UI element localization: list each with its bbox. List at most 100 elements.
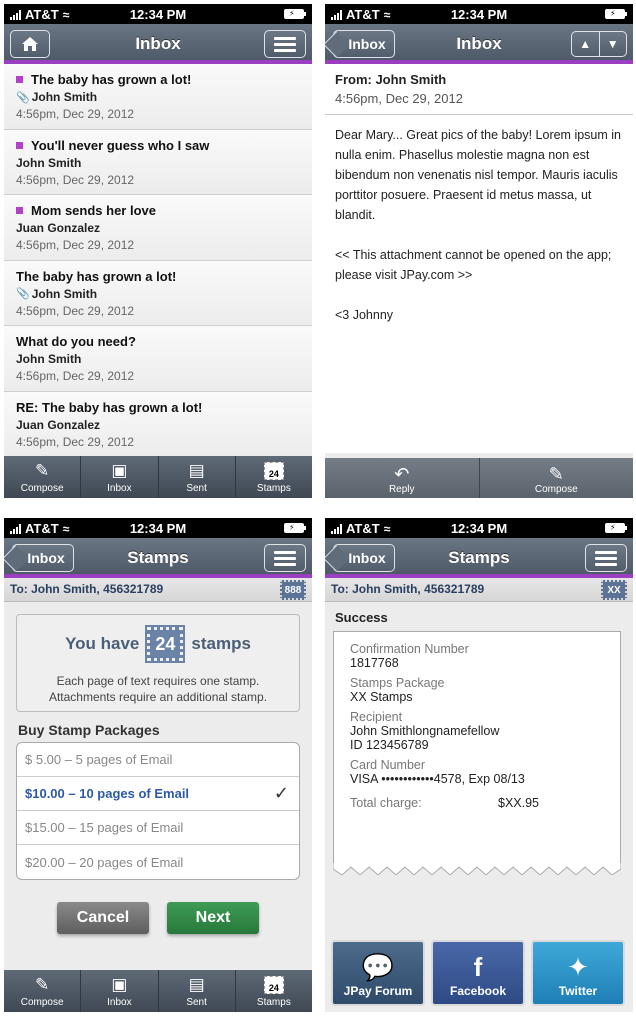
package-option[interactable]: $15.00 – 15 pages of Email: [17, 811, 299, 845]
previous-message-button[interactable]: ▲: [572, 32, 599, 56]
message-sender: John Smith: [16, 155, 82, 170]
recipient-line: To: John Smith, 456321789: [10, 582, 164, 596]
message-date: 4:56pm, Dec 29, 2012: [16, 369, 135, 383]
tab-compose[interactable]: ✎ Compose: [4, 456, 82, 498]
message-pager: ▲ ▼: [571, 31, 627, 57]
compose-icon: ✎: [548, 464, 564, 484]
stamp-note-line-1: Each page of text requires one stamp.: [56, 674, 260, 688]
reply-button[interactable]: ↶ Reply: [325, 458, 479, 498]
stamp-badge: XX: [601, 580, 627, 600]
tab-compose[interactable]: ✎ Compose: [4, 970, 82, 1012]
package-option[interactable]: $10.00 – 10 pages of Email ✓: [17, 777, 299, 811]
nav-bar: Inbox Inbox ▲ ▼: [325, 24, 633, 64]
you-have-label: You have: [65, 634, 140, 653]
next-button[interactable]: Next: [167, 902, 259, 934]
message-subject: The baby has grown a lot!: [16, 268, 177, 284]
package-option[interactable]: $ 5.00 – 5 pages of Email: [17, 743, 299, 777]
clock: 12:34 PM: [129, 7, 187, 22]
list-item[interactable]: What do you need? John Smith 4:56pm, Dec 2…: [4, 326, 312, 392]
next-message-button[interactable]: ▼: [598, 32, 627, 56]
inbox-tray-icon: ▣: [111, 461, 128, 480]
success-heading: Success: [335, 610, 388, 625]
compose-button[interactable]: ✎ Compose: [478, 458, 634, 498]
unread-indicator-icon: [16, 76, 23, 83]
list-item[interactable]: The baby has grown a lot! 📎 John Smith 4:56…: [4, 260, 312, 326]
message-sender: 📎 John Smith: [16, 90, 98, 104]
recipient-label: Recipient: [350, 710, 403, 724]
message-subject: What do you need?: [16, 334, 136, 349]
sent-tray-icon: ▤: [188, 461, 205, 480]
nav-bar: Inbox Stamps: [4, 538, 312, 578]
tab-stamps[interactable]: 24 Stamps: [236, 970, 312, 1012]
message-screen: AT&T ≈ 12:34 PM ⚡ Inbox Inbox ▲ ▼ From: …: [325, 4, 633, 498]
checkmark-icon: ✓: [273, 783, 289, 803]
compose-icon: ✎: [35, 461, 50, 480]
tab-stamps[interactable]: 24 Stamps: [236, 456, 312, 498]
confirmation-label: Confirmation Number: [350, 642, 469, 656]
list-item[interactable]: RE: The baby has grown a lot! Juan Gonzal…: [4, 391, 312, 457]
facebook-icon: f: [473, 952, 483, 982]
card-value: VISA ••••••••••••4578, Exp 08/13: [350, 772, 525, 786]
social-links: 💬 JPay Forum f Facebook ✦ Twitter: [331, 940, 633, 1006]
tab-inbox[interactable]: ▣ Inbox: [81, 970, 159, 1012]
success-screen: AT&T ≈ 12:34 PM ⚡ Inbox Stamps To: John …: [325, 518, 633, 1012]
card-label: Card Number: [350, 758, 426, 772]
battery-icon: ⚡: [605, 523, 627, 533]
tab-bar: ✎ Compose ▣ Inbox ▤ Sent 24 Stamps: [4, 456, 312, 498]
list-item[interactable]: You'll never guess who I saw John Smith 4:…: [4, 129, 312, 195]
confirmation-value: 1817768: [350, 656, 399, 670]
recipient-bar: To: John Smith, 456321789 XX: [325, 578, 633, 602]
unread-indicator-icon: [16, 141, 23, 149]
paperclip-icon: 📎: [16, 288, 30, 300]
twitter-button[interactable]: ✦ Twitter: [531, 940, 625, 1006]
message-date: 4:56pm, Dec 29, 2012: [16, 303, 135, 318]
message-subject: RE: The baby has grown a lot!: [16, 399, 203, 415]
sent-tray-icon: ▤: [188, 975, 205, 994]
total-value: $XX.95: [498, 796, 540, 810]
message-date: 4:56pm, Dec 29, 2012: [16, 172, 135, 187]
list-item[interactable]: Mom sends her love Juan Gonzalez 4:56pm, D…: [4, 195, 312, 261]
cancel-button[interactable]: Cancel: [57, 902, 149, 934]
menu-button[interactable]: [585, 544, 627, 572]
status-bar: AT&T ≈ 12:34 PM ⚡: [325, 518, 633, 538]
facebook-button[interactable]: f Facebook: [431, 940, 525, 1006]
stamp-icon: 24: [263, 462, 284, 480]
stamps-word: stamps: [191, 634, 251, 653]
status-bar: AT&T ≈ 12:34 PM ⚡: [4, 518, 312, 538]
inbox-screen: AT&T ≈ 12:34 PM ⚡ Inbox The baby has gro…: [4, 4, 312, 498]
recipient-name: John Smithlongnamefellow: [350, 724, 500, 738]
battery-icon: ⚡: [284, 9, 306, 19]
clock: 12:34 PM: [129, 521, 187, 536]
tab-bar: ✎ Compose ▣ Inbox ▤ Sent 24 Stamps: [4, 970, 312, 1012]
clock: 12:34 PM: [450, 7, 508, 22]
message-header: From: John Smith 4:56pm, Dec 29, 2012: [325, 64, 633, 115]
recipient-line: To: John Smith, 456321789: [331, 582, 485, 596]
message-subject: The baby has grown a lot!: [16, 72, 302, 87]
tab-sent[interactable]: ▤ Sent: [159, 970, 236, 1012]
compose-icon: ✎: [35, 975, 50, 994]
list-item[interactable]: The baby has grown a lot! 📎 John Smith 4:56…: [4, 64, 312, 130]
package-option[interactable]: $20.00 – 20 pages of Email: [17, 845, 299, 879]
tab-inbox[interactable]: ▣ Inbox: [81, 456, 159, 498]
twitter-bird-icon: ✦: [567, 952, 589, 982]
status-bar: AT&T ≈ 12:34 PM ⚡: [4, 4, 312, 24]
menu-button[interactable]: [264, 544, 306, 572]
jpay-forum-button[interactable]: 💬 JPay Forum: [331, 940, 425, 1006]
stamp-note-line-2: Attachments require an additional stamp.: [48, 690, 268, 704]
menu-button[interactable]: [264, 30, 306, 58]
package-label: Stamps Package: [350, 676, 445, 690]
clock: 12:34 PM: [450, 521, 508, 536]
stamps-screen: AT&T ≈ 12:34 PM ⚡ Inbox Stamps To: John …: [4, 518, 312, 1012]
recipient-bar: To: John Smith, 456321789 888: [4, 578, 312, 602]
nav-bar: Inbox: [4, 24, 312, 64]
tab-sent[interactable]: ▤ Sent: [159, 456, 236, 498]
recipient-id: ID 123456789: [350, 738, 429, 752]
package-list: $ 5.00 – 5 pages of Email $10.00 – 10 pag…: [16, 742, 300, 880]
battery-icon: ⚡: [284, 523, 306, 533]
message-sender: John Smith: [16, 352, 82, 366]
message-sender: Juan Gonzalez: [16, 221, 101, 235]
inbox-tray-icon: ▣: [111, 975, 128, 994]
stamp-balance-panel: You have 24 stamps Each page of text req…: [16, 614, 300, 712]
attachment-note[interactable]: << This attachment cannot be opened on t…: [335, 245, 623, 285]
stamp-badge: 888: [280, 580, 306, 600]
